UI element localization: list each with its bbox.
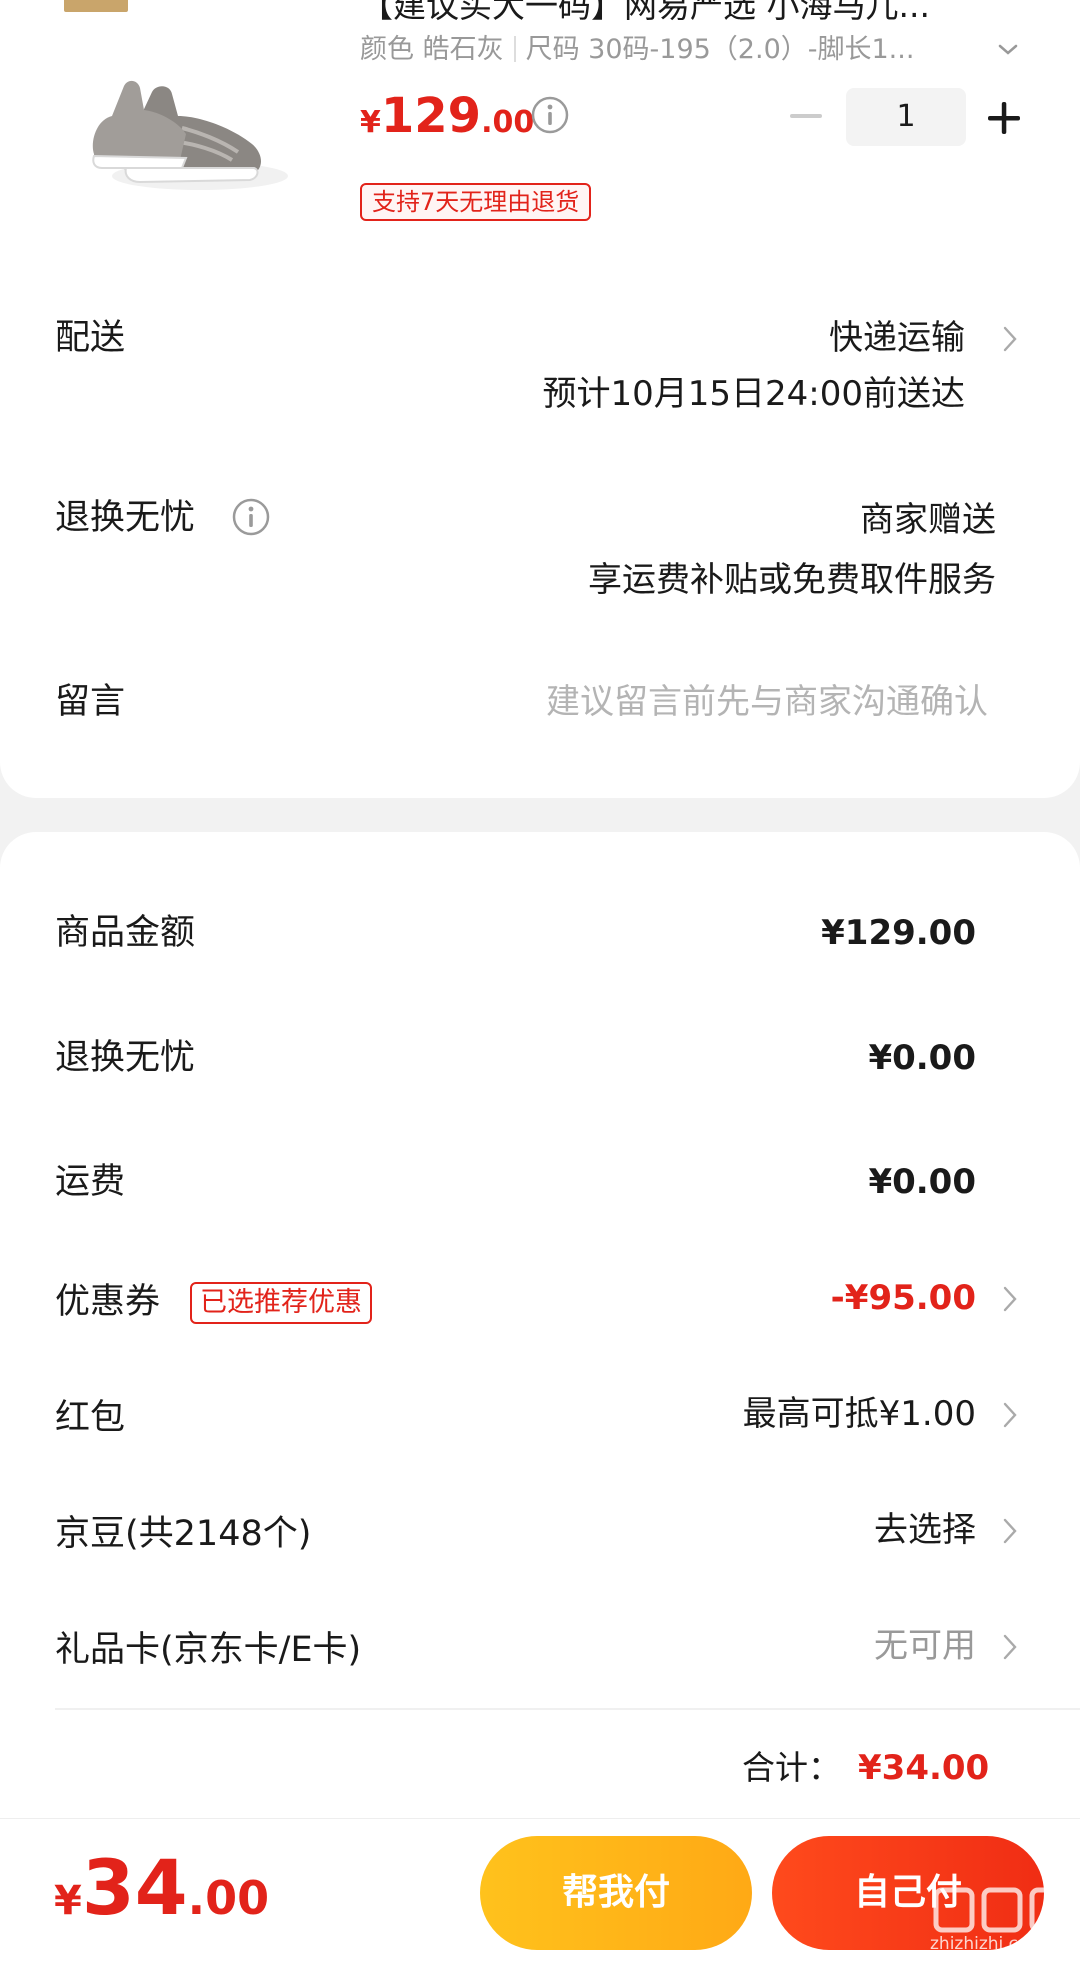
price-decimal: .00 — [481, 105, 535, 140]
delivery-eta: 预计10月15日24:00前送达 — [542, 374, 965, 414]
total-label: 合计： — [742, 1748, 841, 1787]
worry-free-fee-label: 退换无忧 — [55, 1038, 196, 1078]
gift-card-value[interactable]: 无可用 — [874, 1624, 976, 1668]
delivery-label: 配送 — [55, 318, 126, 358]
total-value: ¥34.00 — [858, 1748, 990, 1788]
spec-size: 尺码 30码-195（2.0）-脚长1... — [525, 34, 915, 65]
final-price-currency: ¥ — [54, 1878, 82, 1924]
price-info-icon[interactable] — [530, 95, 570, 135]
chevron-right-icon[interactable] — [1000, 322, 1020, 356]
help-me-pay-button[interactable]: 帮我付 — [480, 1836, 752, 1950]
gift-card-label: 礼品卡(京东卡/E卡) — [55, 1630, 362, 1670]
amount-card — [0, 832, 1080, 1832]
watermark-text: zhizhizhi.com — [930, 1934, 1045, 1954]
coupon-selected-badge: 已选推荐优惠 — [190, 1282, 372, 1324]
worry-free-label: 退换无忧 — [55, 498, 196, 538]
quantity-input[interactable]: 1 — [846, 88, 966, 146]
chevron-down-icon[interactable] — [994, 36, 1022, 64]
chevron-right-icon[interactable] — [1000, 1630, 1020, 1664]
red-packet-label: 红包 — [55, 1398, 126, 1438]
chevron-right-icon[interactable] — [1000, 1282, 1020, 1316]
worry-free-info-icon[interactable] — [231, 497, 271, 537]
product-price: ¥129.00 — [360, 88, 534, 144]
goods-amount-label: 商品金额 — [55, 913, 196, 953]
price-integer: 129 — [380, 88, 482, 144]
message-input[interactable]: 建议留言前先与商家沟通确认 — [546, 680, 988, 724]
spec-divider — [513, 36, 516, 62]
quantity-increase-button[interactable] — [982, 96, 1026, 140]
order-confirm-page: 【建议买大一码】网易严选 小海马儿... 颜色 皓石灰 尺码 30码-195（2.… — [0, 0, 1080, 1967]
product-spec[interactable]: 颜色 皓石灰 尺码 30码-195（2.0）-脚长1... — [360, 34, 980, 66]
goods-amount-value: ¥129.00 — [821, 913, 976, 953]
spec-color: 颜色 皓石灰 — [360, 34, 504, 65]
product-title[interactable]: 【建议买大一码】网易严选 小海马儿... — [360, 0, 1020, 26]
jingdou-select[interactable]: 去选择 — [874, 1508, 976, 1552]
worry-free-description: 享运费补贴或免费取件服务 — [588, 560, 996, 600]
summary-divider — [55, 1708, 1080, 1710]
worry-free-provider: 商家赠送 — [860, 500, 996, 540]
product-card: 【建议买大一码】网易严选 小海马儿... 颜色 皓石灰 尺码 30码-195（2.… — [0, 0, 1080, 798]
shipping-fee-value: ¥0.00 — [868, 1162, 976, 1202]
shop-logo — [64, 0, 128, 12]
message-label: 留言 — [55, 682, 126, 722]
red-packet-value[interactable]: 最高可抵¥1.00 — [743, 1392, 976, 1436]
jingdou-label: 京豆(共2148个) — [55, 1514, 312, 1554]
worry-free-fee-value: ¥0.00 — [868, 1038, 976, 1078]
chevron-right-icon[interactable] — [1000, 1398, 1020, 1432]
product-thumbnail[interactable] — [82, 58, 292, 198]
final-price-decimal: .00 — [187, 1871, 270, 1925]
final-price: ¥34.00 — [54, 1843, 269, 1932]
coupon-value[interactable]: -¥95.00 — [831, 1276, 976, 1320]
coupon-label: 优惠券 — [55, 1282, 161, 1322]
chevron-right-icon[interactable] — [1000, 1514, 1020, 1548]
quantity-decrease-button[interactable] — [780, 96, 832, 136]
shipping-fee-label: 运费 — [55, 1162, 126, 1202]
final-price-integer: 34 — [81, 1843, 188, 1932]
price-currency: ¥ — [360, 105, 381, 140]
return-policy-badge: 支持7天无理由退货 — [360, 183, 592, 221]
delivery-method[interactable]: 快递运输 — [829, 316, 965, 360]
